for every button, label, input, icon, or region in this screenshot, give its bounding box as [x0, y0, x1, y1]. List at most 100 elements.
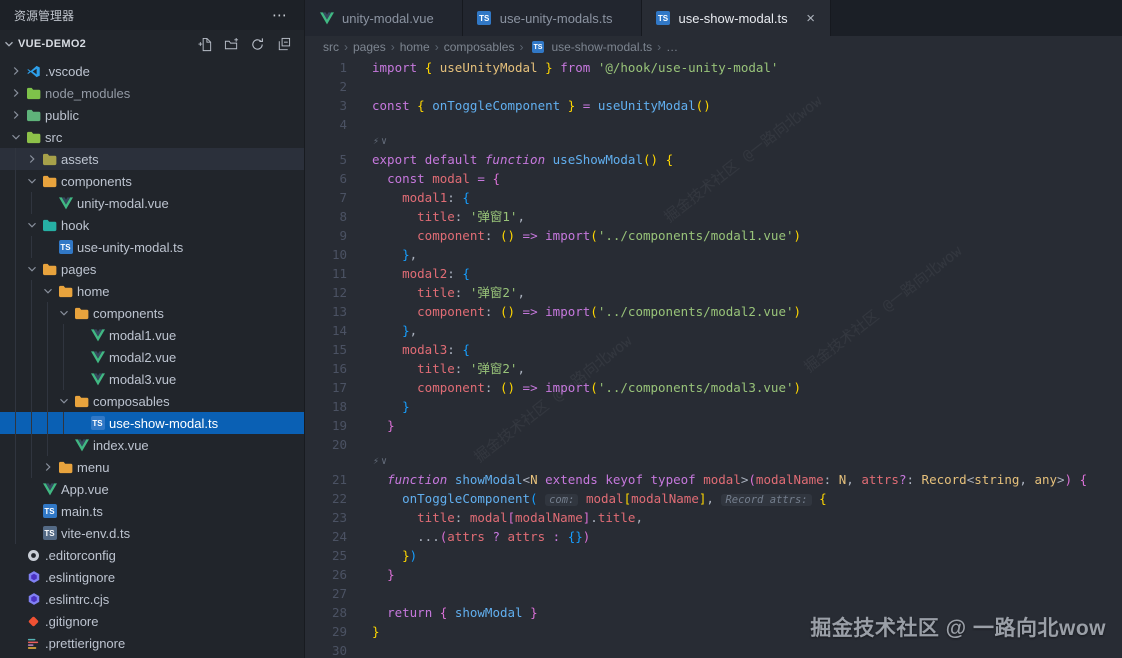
line-number[interactable]: 9: [305, 226, 347, 245]
breadcrumb-item-pages[interactable]: pages: [353, 40, 386, 54]
line-number[interactable]: 15: [305, 340, 347, 359]
tree-item-.editorconfig[interactable]: .editorconfig: [0, 544, 304, 566]
code-line[interactable]: 30: [305, 641, 1122, 658]
line-number[interactable]: 22: [305, 489, 347, 508]
chevron-down-icon[interactable]: [40, 280, 56, 302]
line-number[interactable]: 11: [305, 264, 347, 283]
tree-item-.gitignore[interactable]: .gitignore: [0, 610, 304, 632]
tree-item-home[interactable]: home: [0, 280, 304, 302]
line-number[interactable]: 26: [305, 565, 347, 584]
code-line[interactable]: 10 },: [305, 245, 1122, 264]
line-number[interactable]: 4: [305, 115, 347, 134]
line-number[interactable]: 24: [305, 527, 347, 546]
code-line[interactable]: 5 export default function useShowModal() …: [305, 150, 1122, 169]
code-line[interactable]: 8 title: '弹窗1',: [305, 207, 1122, 226]
chevron-right-icon[interactable]: [8, 82, 24, 104]
line-number[interactable]: 29: [305, 622, 347, 641]
line-number[interactable]: 17: [305, 378, 347, 397]
tree-item-use-show-modal.ts[interactable]: TS use-show-modal.ts: [0, 412, 304, 434]
tree-item-App.vue[interactable]: App.vue: [0, 478, 304, 500]
tree-item-components[interactable]: components: [0, 170, 304, 192]
breadcrumb-item-…[interactable]: …: [666, 40, 678, 54]
line-number[interactable]: 28: [305, 603, 347, 622]
line-number[interactable]: 30: [305, 641, 347, 658]
chevron-down-icon[interactable]: [8, 126, 24, 148]
tree-item-use-unity-modal.ts[interactable]: TS use-unity-modal.ts: [0, 236, 304, 258]
chevron-down-icon[interactable]: [56, 390, 72, 412]
tree-item-components[interactable]: components: [0, 302, 304, 324]
line-number[interactable]: 20: [305, 435, 347, 454]
tree-item-vite-env.d.ts[interactable]: TS vite-env.d.ts: [0, 522, 304, 544]
chevron-down-icon[interactable]: [24, 170, 40, 192]
code-line[interactable]: 17 component: () => import('../component…: [305, 378, 1122, 397]
breadcrumb-item-src[interactable]: src: [323, 40, 339, 54]
code-line[interactable]: 6 const modal = {: [305, 169, 1122, 188]
tree-item-.eslintignore[interactable]: .eslintignore: [0, 566, 304, 588]
chevron-down-icon[interactable]: [0, 37, 18, 51]
line-number[interactable]: 21: [305, 470, 347, 489]
tree-item-hook[interactable]: hook: [0, 214, 304, 236]
line-number[interactable]: 23: [305, 508, 347, 527]
line-number[interactable]: 8: [305, 207, 347, 226]
code-line[interactable]: 22 onToggleComponent( com: modal[modalNa…: [305, 489, 1122, 508]
code-line[interactable]: 2: [305, 77, 1122, 96]
code-line[interactable]: 1 import { useUnityModal } from '@/hook/u…: [305, 58, 1122, 77]
code-line[interactable]: 21 function showModal<N extends keyof ty…: [305, 470, 1122, 489]
tree-item-.vscode[interactable]: .vscode: [0, 60, 304, 82]
tab-unity-modal.vue[interactable]: unity-modal.vue: [305, 0, 463, 36]
tree-item-menu[interactable]: menu: [0, 456, 304, 478]
line-number[interactable]: 25: [305, 546, 347, 565]
code-line[interactable]: 28 return { showModal }: [305, 603, 1122, 622]
code-line[interactable]: 12 title: '弹窗2',: [305, 283, 1122, 302]
breadcrumb-item-composables[interactable]: composables: [444, 40, 515, 54]
code-line[interactable]: 7 modal1: {: [305, 188, 1122, 207]
code-line[interactable]: 3 const { onToggleComponent } = useUnityM…: [305, 96, 1122, 115]
breadcrumb-item-use-show-modal.ts[interactable]: TS use-show-modal.ts: [528, 36, 652, 58]
line-number[interactable]: 18: [305, 397, 347, 416]
code-line[interactable]: 27: [305, 584, 1122, 603]
code-line[interactable]: 25 }): [305, 546, 1122, 565]
line-number[interactable]: 19: [305, 416, 347, 435]
tab-use-unity-modals.ts[interactable]: TS use-unity-modals.ts: [462, 0, 642, 36]
tree-item-pages[interactable]: pages: [0, 258, 304, 280]
chevron-right-icon[interactable]: [40, 456, 56, 478]
code-decoration[interactable]: ⚡∨: [305, 134, 1122, 150]
tree-item-.eslintrc.cjs[interactable]: .eslintrc.cjs: [0, 588, 304, 610]
code-line[interactable]: 4: [305, 115, 1122, 134]
code-line[interactable]: 26 }: [305, 565, 1122, 584]
code-line[interactable]: 13 component: () => import('../component…: [305, 302, 1122, 321]
code-decoration[interactable]: ⚡∨: [305, 454, 1122, 470]
line-number[interactable]: 13: [305, 302, 347, 321]
tree-item-main.ts[interactable]: TS main.ts: [0, 500, 304, 522]
line-number[interactable]: 7: [305, 188, 347, 207]
line-number[interactable]: 12: [305, 283, 347, 302]
chevron-down-icon[interactable]: [24, 214, 40, 236]
line-number[interactable]: 16: [305, 359, 347, 378]
line-number[interactable]: 6: [305, 169, 347, 188]
line-number[interactable]: 2: [305, 77, 347, 96]
code-line[interactable]: 29}: [305, 622, 1122, 641]
tree-item-modal1.vue[interactable]: modal1.vue: [0, 324, 304, 346]
collapse-all-icon[interactable]: [274, 35, 292, 53]
tree-item-index.vue[interactable]: index.vue: [0, 434, 304, 456]
breadcrumb-item-home[interactable]: home: [400, 40, 430, 54]
tree-item-unity-modal.vue[interactable]: unity-modal.vue: [0, 192, 304, 214]
code-line[interactable]: 16 title: '弹窗2',: [305, 359, 1122, 378]
close-icon[interactable]: ×: [802, 9, 820, 27]
code-line[interactable]: 20: [305, 435, 1122, 454]
chevron-down-icon[interactable]: [56, 302, 72, 324]
tree-item-node_modules[interactable]: node_modules: [0, 82, 304, 104]
tree-item-.prettierignore[interactable]: .prettierignore: [0, 632, 304, 654]
tree-item-src[interactable]: src: [0, 126, 304, 148]
code-line[interactable]: 9 component: () => import('../components…: [305, 226, 1122, 245]
new-folder-icon[interactable]: [222, 35, 240, 53]
line-number[interactable]: 10: [305, 245, 347, 264]
code-line[interactable]: 18 }: [305, 397, 1122, 416]
line-number[interactable]: 3: [305, 96, 347, 115]
code-line[interactable]: 23 title: modal[modalName].title,: [305, 508, 1122, 527]
chevron-down-icon[interactable]: [24, 258, 40, 280]
code-line[interactable]: 15 modal3: {: [305, 340, 1122, 359]
tree-item-assets[interactable]: assets: [0, 148, 304, 170]
tab-use-show-modal.ts[interactable]: TS use-show-modal.ts ×: [641, 0, 831, 36]
new-file-icon[interactable]: [196, 35, 214, 53]
